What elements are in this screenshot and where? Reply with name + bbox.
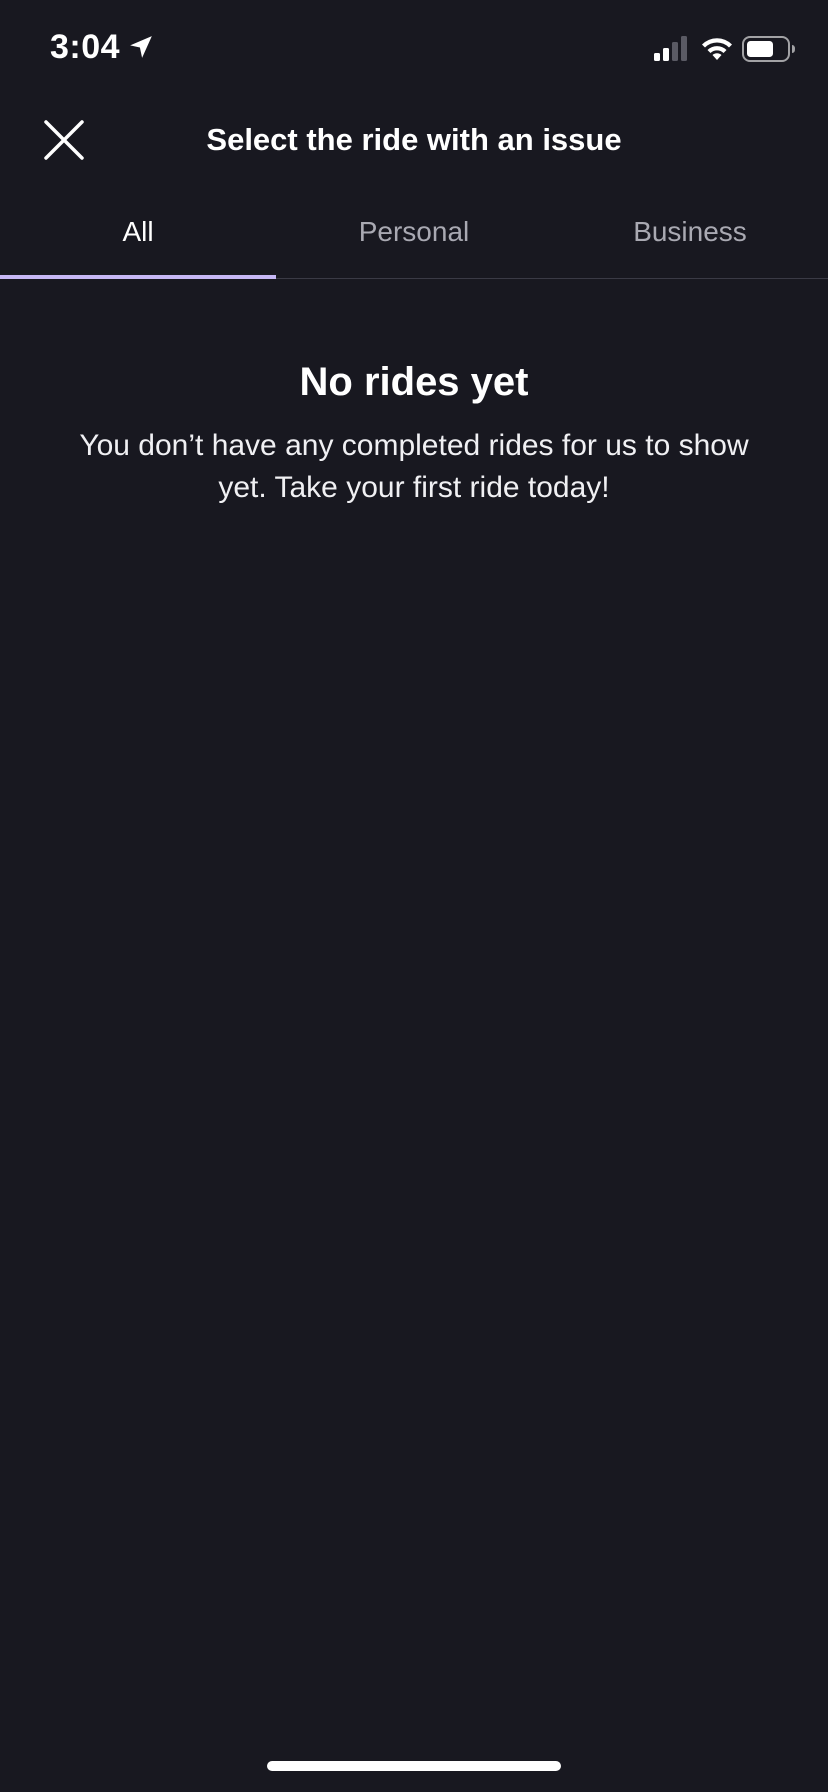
tab-bar: All Personal Business bbox=[0, 196, 828, 279]
tab-all[interactable]: All bbox=[0, 196, 276, 279]
empty-state-message: You don’t have any completed rides for u… bbox=[79, 429, 749, 504]
tab-business[interactable]: Business bbox=[552, 196, 828, 268]
empty-state: No rides yet You don’t have any complete… bbox=[60, 360, 768, 509]
screen: 3:04 Select the ride with an issue All P… bbox=[0, 0, 828, 1792]
wifi-icon bbox=[702, 38, 732, 60]
tab-personal[interactable]: Personal bbox=[276, 196, 552, 268]
cellular-signal-icon bbox=[654, 36, 687, 61]
location-arrow-icon bbox=[130, 36, 152, 58]
status-time: 3:04 bbox=[50, 28, 121, 66]
tab-label: Business bbox=[633, 216, 747, 247]
battery-icon bbox=[742, 36, 795, 62]
header: Select the ride with an issue bbox=[0, 100, 828, 182]
active-tab-indicator bbox=[0, 275, 276, 279]
tab-label: Personal bbox=[358, 216, 470, 247]
home-indicator[interactable] bbox=[267, 1761, 561, 1771]
empty-state-title: No rides yet bbox=[299, 360, 529, 404]
page-title: Select the ride with an issue bbox=[206, 122, 622, 157]
status-bar: 3:04 bbox=[0, 0, 828, 100]
tab-label: All bbox=[122, 216, 154, 247]
